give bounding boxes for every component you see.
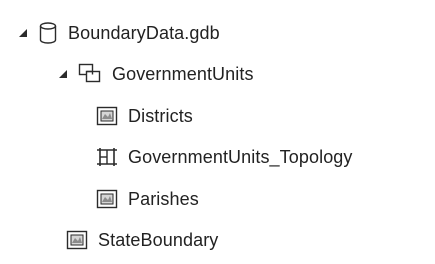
tree-node-boundarydata-gdb[interactable]: BoundaryData.gdb bbox=[16, 17, 220, 49]
tree-node-label: GovernmentUnits_Topology bbox=[128, 146, 353, 167]
feature-dataset-icon bbox=[78, 63, 102, 85]
polygon-feature-class-icon bbox=[96, 189, 118, 209]
polygon-feature-class-icon bbox=[96, 106, 118, 126]
tree-node-label: StateBoundary bbox=[98, 229, 219, 250]
topology-icon bbox=[96, 147, 118, 167]
polygon-feature-class-icon bbox=[66, 230, 88, 250]
catalog-tree: BoundaryData.gdb GovernmentUnits Distric… bbox=[0, 0, 435, 264]
expand-collapse-arrow-icon[interactable] bbox=[56, 67, 70, 81]
tree-node-label: Parishes bbox=[128, 188, 199, 209]
tree-node-label: GovernmentUnits bbox=[112, 63, 254, 84]
tree-node-label: BoundaryData.gdb bbox=[68, 22, 220, 43]
expand-collapse-arrow-icon[interactable] bbox=[16, 26, 30, 40]
tree-node-label: Districts bbox=[128, 105, 193, 126]
tree-node-governmentunits-topology[interactable]: GovernmentUnits_Topology bbox=[96, 141, 353, 173]
tree-node-parishes[interactable]: Parishes bbox=[96, 183, 199, 215]
tree-node-stateboundary[interactable]: StateBoundary bbox=[66, 224, 218, 256]
tree-node-governmentunits[interactable]: GovernmentUnits bbox=[56, 58, 254, 90]
tree-node-districts[interactable]: Districts bbox=[96, 100, 193, 132]
database-icon bbox=[38, 22, 58, 44]
